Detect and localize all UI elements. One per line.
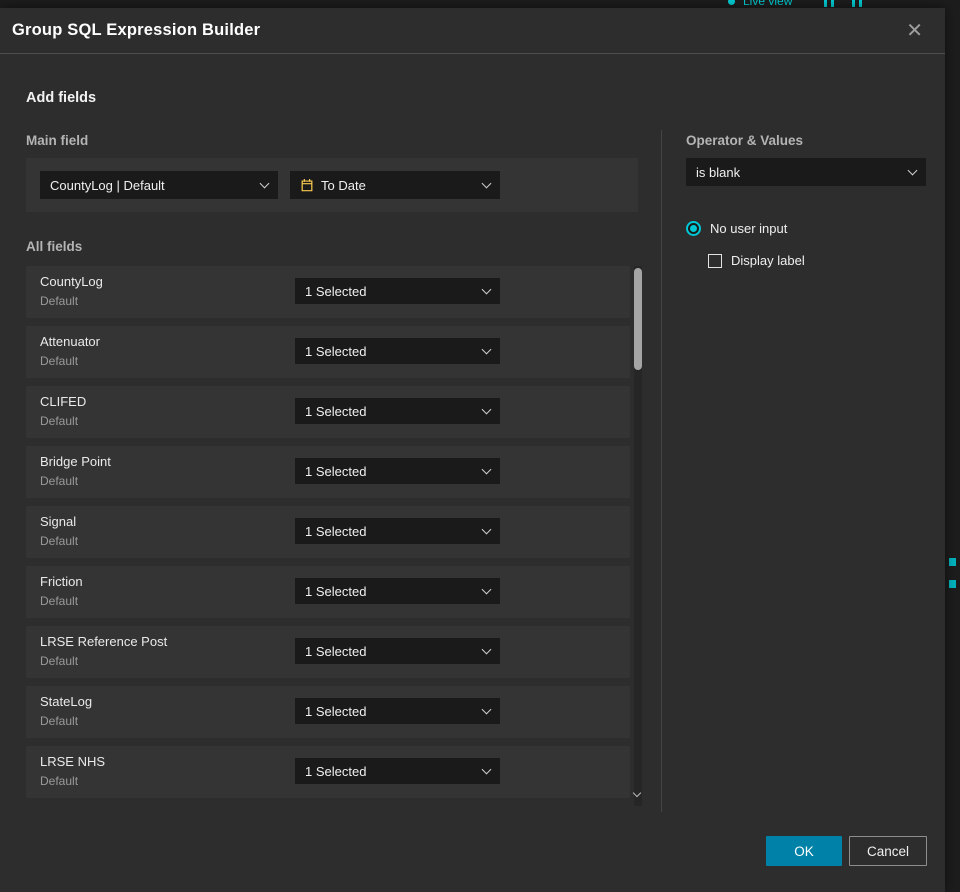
display-label-text: Display label <box>731 253 805 268</box>
calendar-icon <box>300 178 314 192</box>
chevron-down-icon <box>481 344 492 354</box>
main-field-value: CountyLog | Default <box>50 177 165 193</box>
main-field-dropdown[interactable]: CountyLog | Default <box>40 171 278 199</box>
backdrop-fragment-icon <box>949 558 956 566</box>
live-view-dot-icon <box>728 0 735 5</box>
field-row: LRSE Reference Post Default 1 Selected <box>26 626 630 678</box>
chevron-down-icon <box>481 524 492 534</box>
row-selected-value: 1 Selected <box>305 763 367 779</box>
ok-button[interactable]: OK <box>766 836 842 866</box>
main-field-panel: CountyLog | Default To Date <box>26 158 638 212</box>
row-selected-value: 1 Selected <box>305 343 367 359</box>
all-fields-label: All fields <box>26 239 83 254</box>
operator-value: is blank <box>696 164 741 180</box>
field-row: Attenuator Default 1 Selected <box>26 326 630 378</box>
operator-dropdown[interactable]: is blank <box>686 158 926 186</box>
field-row: CLIFED Default 1 Selected <box>26 386 630 438</box>
row-selected-value: 1 Selected <box>305 523 367 539</box>
scrollbar-down-arrow-icon[interactable] <box>632 788 642 798</box>
dialog-header: Group SQL Expression Builder ✕ <box>0 8 945 54</box>
operator-values-label: Operator & Values <box>686 133 804 148</box>
dialog-title: Group SQL Expression Builder <box>12 21 261 39</box>
row-selected-dropdown[interactable]: 1 Selected <box>295 338 500 364</box>
backdrop-right-strip <box>945 8 960 892</box>
row-selected-value: 1 Selected <box>305 583 367 599</box>
chevron-down-icon <box>481 404 492 414</box>
row-selected-value: 1 Selected <box>305 283 367 299</box>
row-selected-value: 1 Selected <box>305 463 367 479</box>
no-user-input-radio[interactable]: No user input <box>686 221 787 236</box>
chevron-down-icon <box>481 704 492 714</box>
toolbar-icon-fragment <box>824 0 863 7</box>
all-fields-list: CountyLog Default 1 Selected Attenuator … <box>26 266 630 806</box>
no-user-input-label: No user input <box>710 221 788 236</box>
date-field-dropdown[interactable]: To Date <box>290 171 500 199</box>
chevron-down-icon <box>481 178 492 188</box>
vertical-divider <box>661 130 662 812</box>
row-selected-value: 1 Selected <box>305 643 367 659</box>
row-selected-dropdown[interactable]: 1 Selected <box>295 398 500 424</box>
row-selected-value: 1 Selected <box>305 403 367 419</box>
add-fields-heading: Add fields <box>26 90 97 106</box>
field-row: LRSE NHS Default 1 Selected <box>26 746 630 798</box>
row-selected-dropdown[interactable]: 1 Selected <box>295 698 500 724</box>
live-view-label[interactable]: Live view <box>743 0 792 8</box>
list-scrollbar[interactable] <box>632 266 642 806</box>
field-row: Signal Default 1 Selected <box>26 506 630 558</box>
main-field-label: Main field <box>26 133 89 148</box>
group-sql-expression-builder-dialog: Group SQL Expression Builder ✕ Add field… <box>0 8 945 892</box>
row-selected-dropdown[interactable]: 1 Selected <box>295 518 500 544</box>
scrollbar-thumb[interactable] <box>634 268 642 370</box>
row-selected-dropdown[interactable]: 1 Selected <box>295 758 500 784</box>
close-icon[interactable]: ✕ <box>900 19 929 43</box>
checkbox-unchecked-icon[interactable] <box>708 253 722 268</box>
chevron-down-icon <box>259 178 270 188</box>
radio-selected-icon[interactable] <box>686 221 701 236</box>
display-label-checkbox-row[interactable]: Display label <box>708 253 805 268</box>
field-row: CountyLog Default 1 Selected <box>26 266 630 318</box>
backdrop-fragment-icon <box>949 580 956 588</box>
row-selected-dropdown[interactable]: 1 Selected <box>295 578 500 604</box>
chevron-down-icon <box>481 284 492 294</box>
field-row: Bridge Point Default 1 Selected <box>26 446 630 498</box>
field-row: Friction Default 1 Selected <box>26 566 630 618</box>
row-selected-dropdown[interactable]: 1 Selected <box>295 458 500 484</box>
chevron-down-icon <box>481 644 492 654</box>
chevron-down-icon <box>481 764 492 774</box>
chevron-down-icon <box>481 464 492 474</box>
chevron-down-icon <box>907 165 918 175</box>
row-selected-dropdown[interactable]: 1 Selected <box>295 638 500 664</box>
date-field-value: To Date <box>321 177 366 193</box>
row-selected-value: 1 Selected <box>305 703 367 719</box>
backdrop-top-strip: Live view <box>0 0 960 8</box>
cancel-button[interactable]: Cancel <box>849 836 927 866</box>
field-row: StateLog Default 1 Selected <box>26 686 630 738</box>
row-selected-dropdown[interactable]: 1 Selected <box>295 278 500 304</box>
chevron-down-icon <box>481 584 492 594</box>
